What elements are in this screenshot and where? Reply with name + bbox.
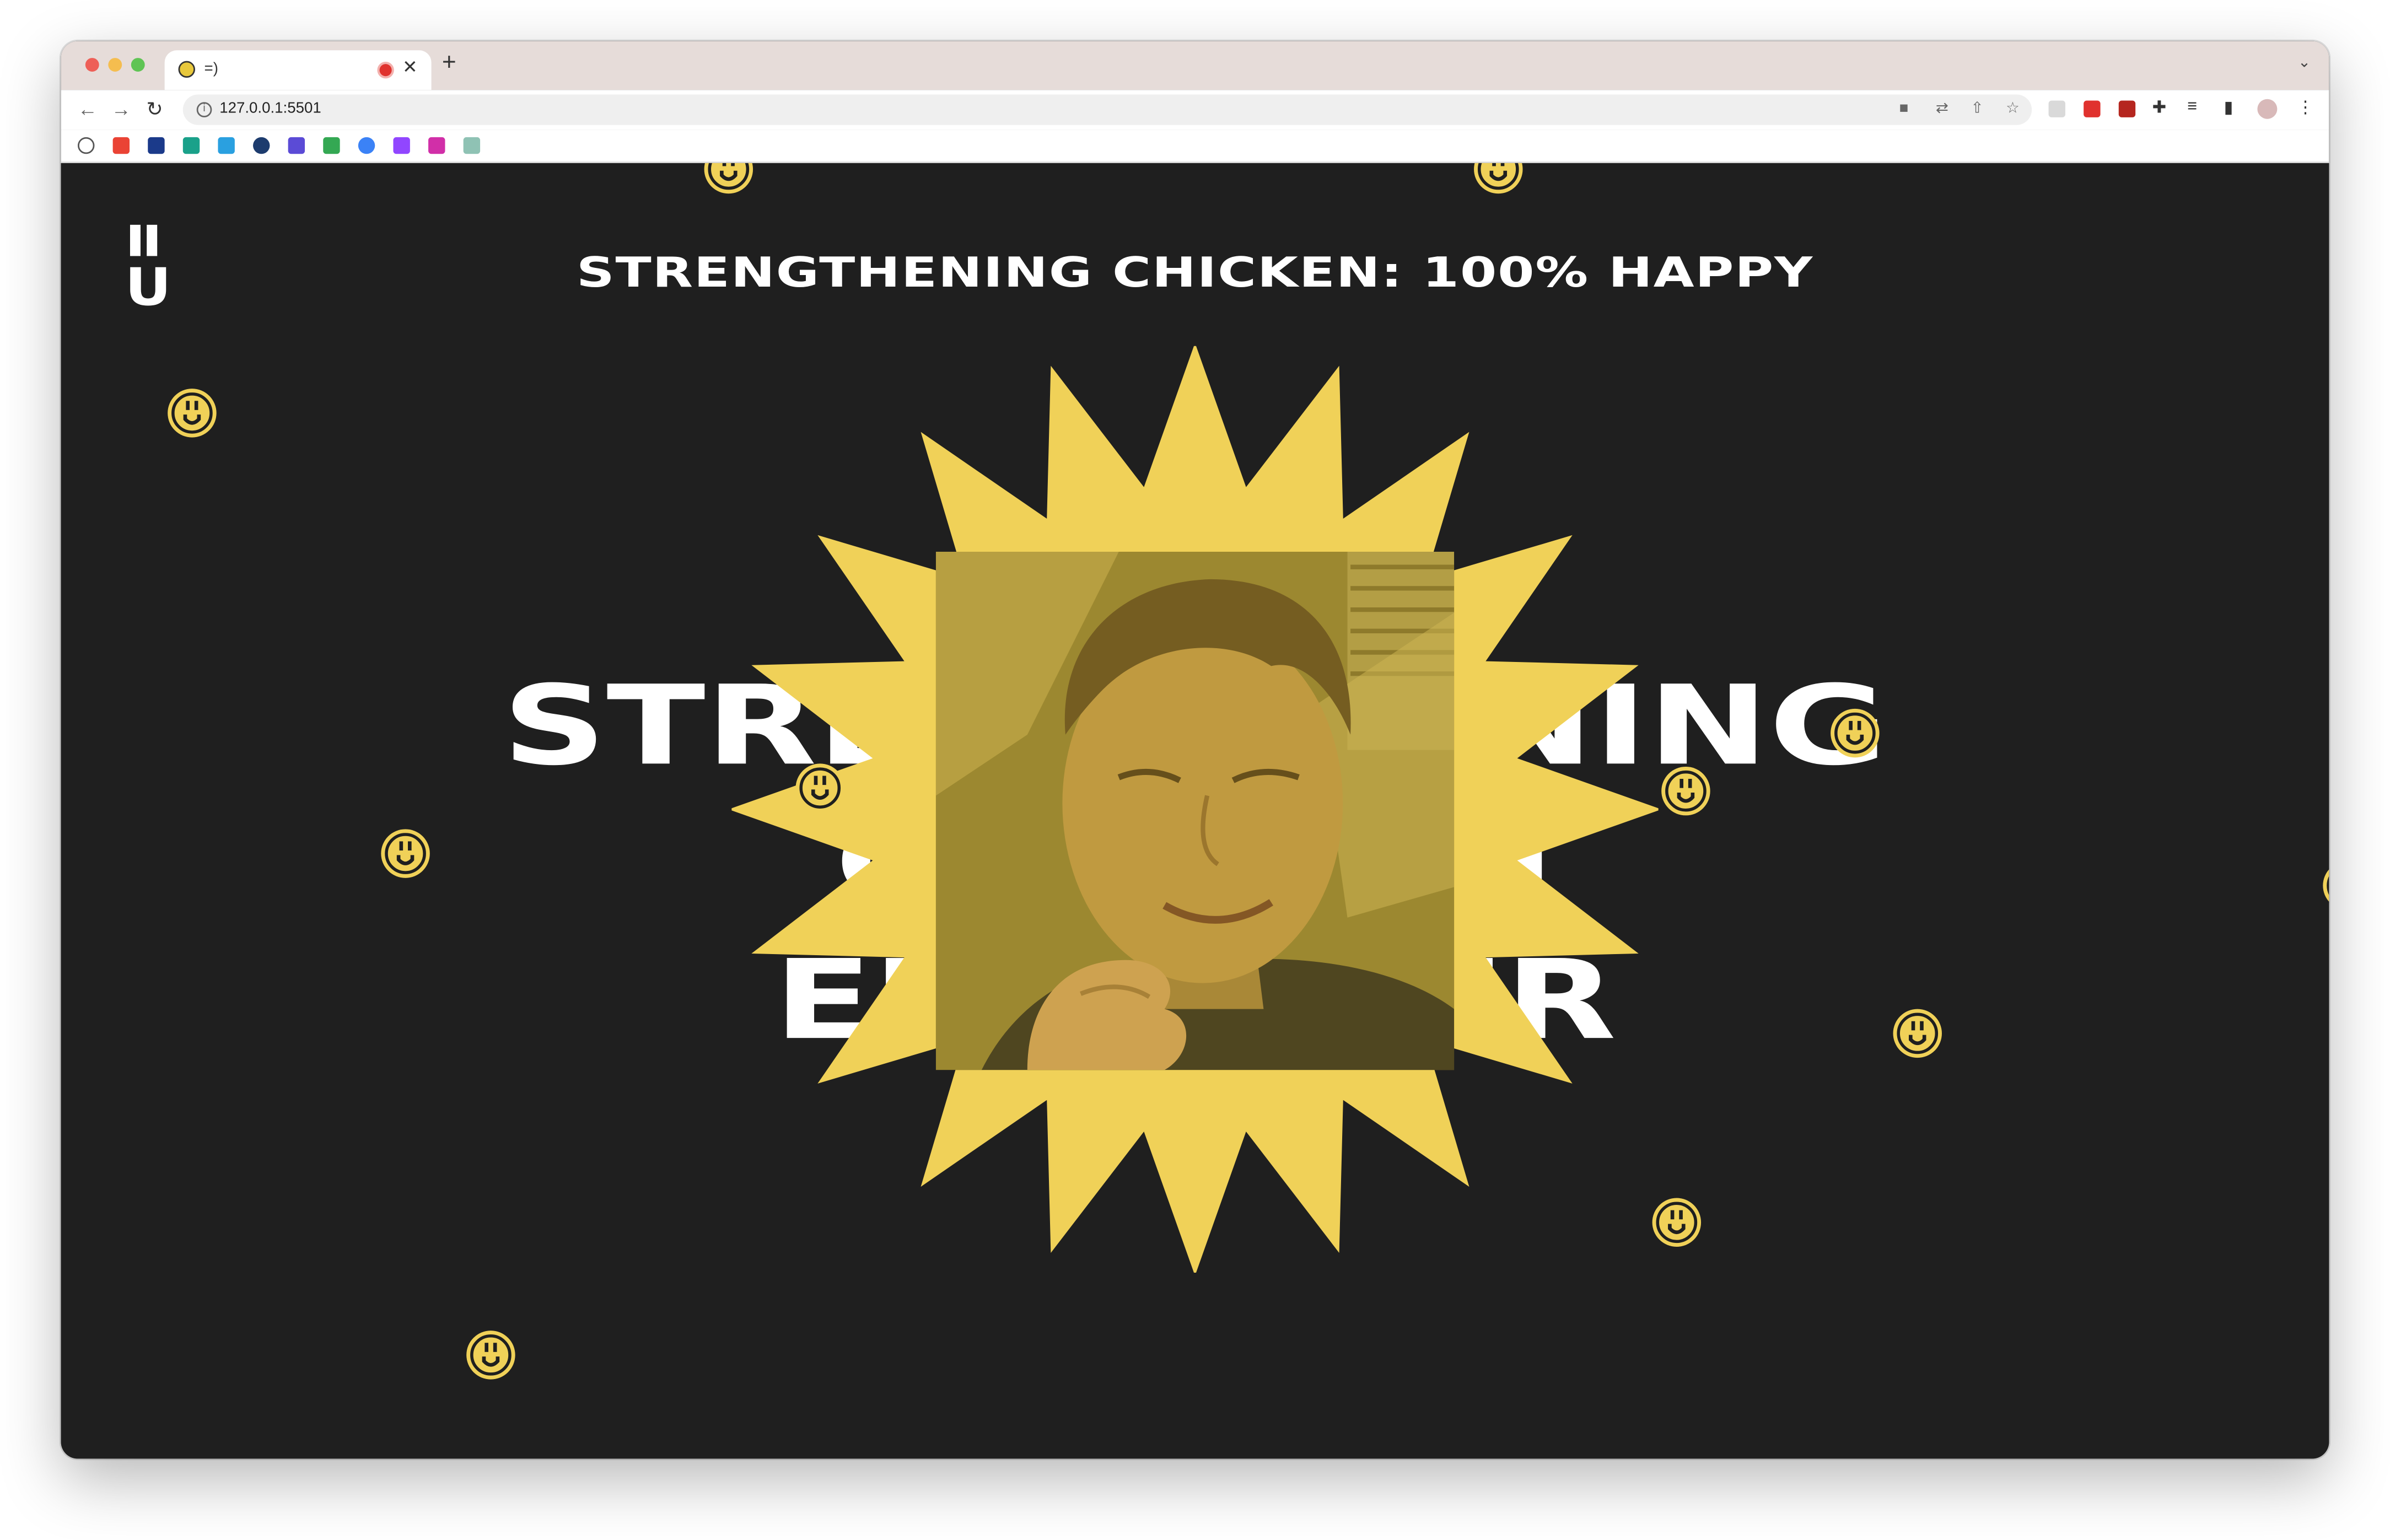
bookmarks-bar [61, 130, 2329, 163]
play-bookmark-icon[interactable] [253, 137, 270, 154]
tab-title: =) [204, 61, 218, 78]
browser-window: =) ✕ + ⌄ ← → ↻ i 127.0.0.1:5501 ■ ⇄ ⇧ ☆ … [61, 41, 2329, 1459]
share-icon[interactable]: ⇧ [1971, 101, 1984, 117]
new-tab-button[interactable]: + [442, 50, 456, 78]
recording-indicator-icon [379, 64, 392, 77]
photo-illustration [935, 552, 1455, 1070]
tab-close-icon[interactable]: ✕ [402, 56, 418, 78]
camera-icon[interactable]: ■ [1899, 101, 1909, 117]
page-content: II U STRENGTHENING CHICKEN: 100% HAPPY S… [61, 163, 2329, 1459]
m-bookmark-icon[interactable] [358, 137, 375, 154]
pr-bookmark-icon[interactable] [148, 137, 165, 154]
history-bookmark-icon[interactable] [78, 137, 95, 154]
zoom-window-button[interactable] [131, 58, 145, 72]
forward-arrow-icon[interactable]: → [111, 98, 131, 120]
reading-list-icon[interactable]: ≡ [2187, 98, 2197, 116]
page-title: STRENGTHENING CHICKEN: 100% HAPPY [576, 250, 1814, 298]
smiley-favicon-icon [178, 61, 195, 78]
drive-bookmark-icon[interactable] [323, 137, 340, 154]
tab-search-chevron-icon[interactable]: ⌄ [2298, 55, 2311, 72]
tab-strip: =) ✕ + ⌄ [61, 41, 2329, 90]
address-bar[interactable]: i 127.0.0.1:5501 ■ ⇄ ⇧ ☆ [182, 94, 2032, 125]
star-bookmark-icon[interactable] [428, 137, 445, 154]
kebab-menu-icon[interactable]: ⋮ [2297, 98, 2313, 117]
extensions-puzzle-icon[interactable]: ✚ [2152, 98, 2166, 117]
translate-icon[interactable]: ⇄ [1936, 101, 1948, 117]
bookmark-star-icon[interactable]: ☆ [2006, 101, 2020, 117]
smiley-icon [701, 163, 756, 204]
minimize-window-button[interactable] [108, 58, 122, 72]
smiley-icon [1890, 1006, 1945, 1068]
smiling-man-photo [935, 552, 1455, 1070]
side-panel-icon[interactable]: ▮ [2224, 98, 2233, 117]
smiley-icon [1649, 1195, 1704, 1257]
profile-avatar[interactable] [2257, 99, 2278, 119]
site-info-icon[interactable]: i [196, 102, 212, 117]
video-extension-icon[interactable] [2084, 100, 2101, 117]
smiley-icon [165, 386, 220, 448]
close-window-button[interactable] [85, 58, 99, 72]
smiley-icon [378, 826, 433, 889]
twitch-bookmark-icon[interactable] [393, 137, 410, 154]
address-url[interactable]: 127.0.0.1:5501 [219, 101, 321, 117]
smiley-icon [2320, 858, 2329, 920]
pdf-extension-icon[interactable] [2118, 100, 2136, 117]
disney-bookmark-icon[interactable] [288, 137, 305, 154]
cast-extension-icon[interactable] [2048, 100, 2065, 117]
tab-active[interactable]: =) ✕ [164, 50, 432, 90]
chatgpt-bookmark-icon[interactable] [463, 137, 481, 154]
gmail-bookmark-icon[interactable] [112, 137, 130, 154]
v-bookmark-icon[interactable] [218, 137, 235, 154]
browser-toolbar: ← → ↻ i 127.0.0.1:5501 ■ ⇄ ⇧ ☆ ✚ ≡ ▮ ⋮ [61, 90, 2329, 130]
smiley-icon [464, 1328, 519, 1390]
check-bookmark-icon[interactable] [182, 137, 200, 154]
smiley-icon [1659, 763, 1714, 826]
smiley-icon [793, 761, 848, 823]
smiley-icon [1828, 706, 1883, 768]
reload-icon[interactable]: ↻ [146, 98, 163, 122]
back-arrow-icon[interactable]: ← [78, 98, 98, 120]
smiley-icon [1471, 163, 1526, 204]
